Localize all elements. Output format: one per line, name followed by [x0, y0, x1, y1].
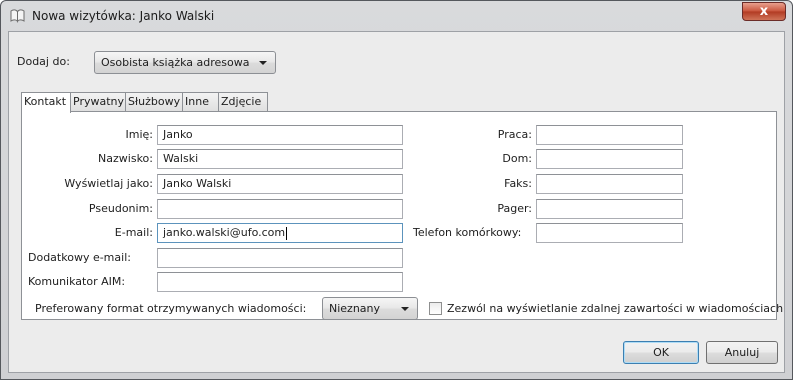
chevron-down-icon: [401, 307, 409, 311]
address-book-icon: [10, 9, 25, 23]
address-book-selected: Osobista książka adresowa: [101, 56, 250, 69]
pager-field[interactable]: [536, 199, 683, 219]
text-caret: [286, 226, 288, 240]
remote-content-checkbox[interactable]: [429, 302, 442, 315]
tab-prywatny[interactable]: Prywatny: [70, 92, 126, 112]
work-phone-field[interactable]: [536, 125, 683, 145]
add-to-label: Dodaj do:: [17, 55, 70, 68]
preferred-format-select[interactable]: Nieznany: [322, 297, 418, 320]
display-name-field[interactable]: Janko Walski: [157, 174, 403, 194]
email-field[interactable]: janko.walski@ufo.com: [157, 223, 403, 243]
cancel-button[interactable]: Anuluj: [706, 341, 778, 364]
last-name-label: Nazwisko:: [98, 152, 153, 165]
ok-button[interactable]: OK: [623, 341, 699, 364]
fax-field[interactable]: [536, 174, 683, 194]
tab-kontakt[interactable]: Kontakt: [21, 92, 71, 113]
home-phone-label: Dom:: [502, 152, 532, 165]
aim-label: Komunikator AIM:: [28, 275, 126, 288]
close-button[interactable]: x: [742, 2, 786, 21]
pager-label: Pager:: [497, 202, 532, 215]
dialog-window: Nowa wizytówka: Janko Walski x Dodaj do:…: [0, 0, 793, 380]
tab-sluzbowy[interactable]: Służbowy: [125, 92, 183, 112]
display-name-label: Wyświetlaj jako:: [64, 177, 153, 190]
window-title: Nowa wizytówka: Janko Walski: [32, 9, 215, 23]
nickname-label: Pseudonim:: [88, 202, 153, 215]
work-phone-label: Praca:: [497, 128, 532, 141]
preferred-format-selected: Nieznany: [329, 302, 381, 315]
email-label: E-mail:: [114, 226, 153, 239]
address-book-select[interactable]: Osobista książka adresowa: [94, 51, 276, 74]
first-name-label: Imię:: [125, 128, 154, 141]
title-bar[interactable]: Nowa wizytówka: Janko Walski x: [1, 1, 792, 31]
remote-content-label: Zezwól na wyświetlanie zdalnej zawartośc…: [447, 302, 784, 315]
first-name-field[interactable]: Janko: [157, 125, 403, 145]
tab-zdjecie[interactable]: Zdjęcie: [218, 92, 268, 112]
fax-label: Faks:: [504, 177, 532, 190]
nickname-field[interactable]: [157, 199, 403, 219]
home-phone-field[interactable]: [536, 149, 683, 169]
mobile-phone-field[interactable]: [536, 223, 683, 243]
dialog-body: Dodaj do: Osobista książka adresowa Kont…: [8, 31, 785, 373]
aim-field[interactable]: [157, 272, 403, 292]
preferred-format-label: Preferowany format otrzymywanych wiadomo…: [35, 302, 307, 315]
secondary-email-label: Dodatkowy e-mail:: [28, 251, 131, 264]
mobile-phone-label: Telefon komórkowy:: [413, 226, 522, 239]
contact-tab-panel: Imię: Nazwisko: Wyświetlaj jako: Pseudon…: [21, 111, 783, 320]
tab-inne[interactable]: Inne: [182, 92, 219, 112]
email-value: janko.walski@ufo.com: [163, 226, 286, 239]
chevron-down-icon: [259, 61, 267, 65]
last-name-field[interactable]: Walski: [157, 149, 403, 169]
secondary-email-field[interactable]: [157, 248, 403, 268]
close-icon: x: [759, 4, 769, 19]
